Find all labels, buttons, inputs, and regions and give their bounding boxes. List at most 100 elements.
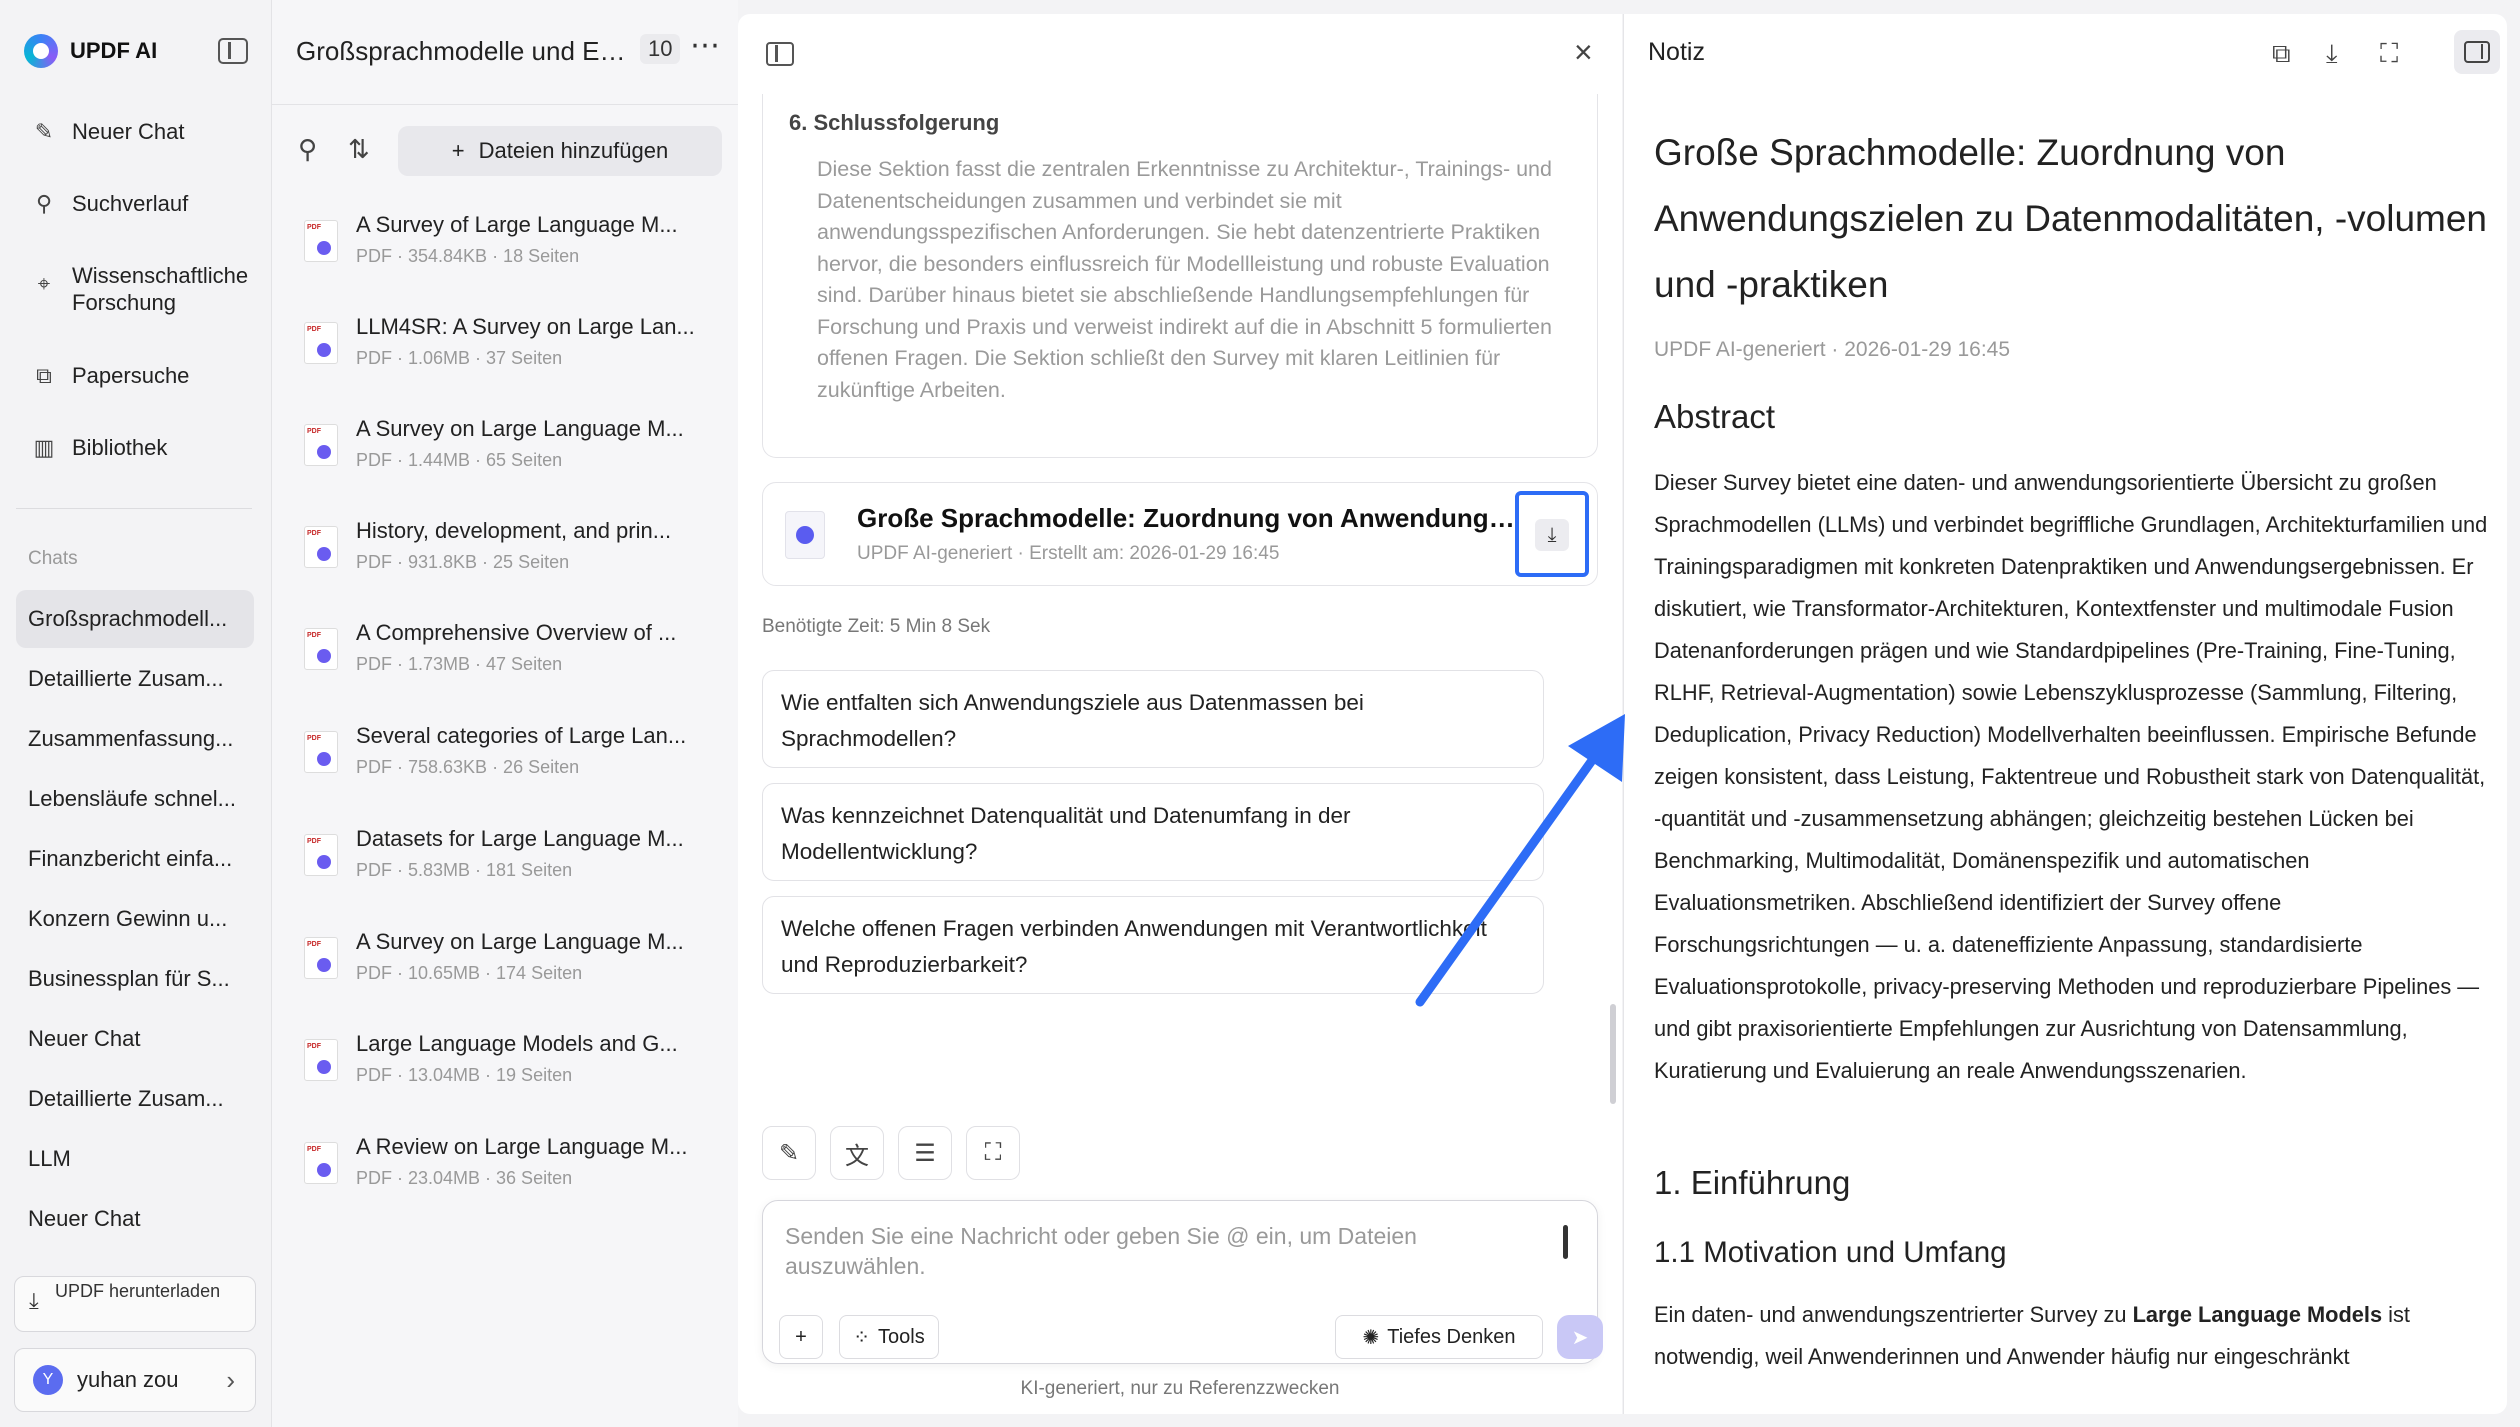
user-profile[interactable]: Y yuhan zou › (14, 1348, 256, 1412)
plus-icon: + (795, 1325, 807, 1348)
panel-toggle-icon[interactable] (766, 42, 794, 66)
panel-layout-icon[interactable] (2454, 30, 2500, 74)
chat-item[interactable]: Detaillierte Zusam... (16, 1070, 254, 1128)
avatar: Y (33, 1365, 63, 1395)
file-title: History, development, and prin... (356, 518, 672, 543)
motivation-heading: 1.1 Motivation und Umfang (1654, 1236, 2007, 1269)
file-item[interactable]: Datasets for Large Language M... PDF · 5… (304, 826, 724, 906)
scrollbar[interactable] (1610, 1004, 1616, 1104)
divider (16, 508, 252, 509)
file-meta: PDF · 931.8KB · 25 Seiten (356, 552, 570, 572)
download-app-label: UPDF herunterladen (55, 1281, 221, 1301)
send-button[interactable]: ➤ (1557, 1315, 1603, 1359)
document-icon (785, 511, 825, 559)
paper-search-icon: ⧉ (36, 363, 52, 388)
file-meta: PDF · 1.06MB · 37 Seiten (356, 348, 563, 368)
suggested-question[interactable]: Welche offenen Fragen verbinden Anwendun… (762, 896, 1544, 994)
copy-icon[interactable]: ⧉ (2272, 38, 2291, 70)
pdf-file-icon (304, 937, 338, 979)
generated-document-card[interactable]: Große Sprachmodelle: Zuordnung von Anwen… (762, 482, 1598, 586)
chat-item[interactable]: Konzern Gewinn u... (16, 890, 254, 948)
brand[interactable]: UPDF AI (24, 34, 157, 68)
pdf-file-icon (304, 526, 338, 568)
expand-icon[interactable]: ⛶ (2380, 38, 2398, 70)
chat-panel: × 6. Schlussfolgerung Diese Sektion fass… (738, 14, 1622, 1414)
notes-panel: Notiz ⧉ ⤓ ⛶ Große Sprachmodelle: Zuordnu… (1623, 14, 2507, 1414)
nav-item-research[interactable]: ⌖ Wissenschaftliche Forschung (30, 262, 262, 316)
nav-item-paper-search[interactable]: ⧉ Papersuche (30, 362, 189, 390)
pdf-file-icon (304, 834, 338, 876)
nav-item-library[interactable]: ▥ Bibliothek (30, 434, 168, 462)
file-title: Several categories of Large Lan... (356, 723, 687, 748)
file-item[interactable]: A Comprehensive Overview of ... PDF · 1.… (304, 620, 724, 700)
nav-item-label: Neuer Chat (72, 119, 185, 144)
scan-icon[interactable]: ⛶ (966, 1126, 1020, 1180)
pdf-file-icon (304, 1039, 338, 1081)
message-input[interactable] (785, 1221, 1525, 1281)
file-item[interactable]: History, development, and prin... PDF · … (304, 518, 724, 598)
translate-icon[interactable]: 文 (830, 1126, 884, 1180)
file-title: A Review on Large Language M... (356, 1134, 688, 1159)
section-body: Diese Sektion fasst die zentralen Erkenn… (817, 157, 1552, 402)
file-meta: PDF · 758.63KB · 26 Seiten (356, 757, 580, 777)
file-item[interactable]: A Review on Large Language M... PDF · 23… (304, 1134, 724, 1214)
document-title: Große Sprachmodelle: Zuordnung von Anwen… (857, 503, 1517, 533)
library-icon: ▥ (33, 435, 55, 460)
composer-scrollbar[interactable] (1561, 1221, 1569, 1265)
file-item[interactable]: A Survey on Large Language M... PDF · 10… (304, 929, 724, 1009)
suggested-question[interactable]: Wie entfalten sich Anwendungsziele aus D… (762, 670, 1544, 768)
nav-item-search-history[interactable]: ⚲ Suchverlauf (30, 190, 188, 218)
deep-think-button[interactable]: ✺ Tiefes Denken (1335, 1315, 1543, 1359)
sort-icon[interactable]: ⇅ (348, 134, 370, 165)
attach-button[interactable]: + (779, 1315, 823, 1359)
more-options-icon[interactable]: ⋯ (690, 28, 721, 63)
file-item[interactable]: Several categories of Large Lan... PDF ·… (304, 723, 724, 803)
chat-item[interactable]: Finanzbericht einfa... (16, 830, 254, 888)
nav-item-new-chat[interactable]: ✎ Neuer Chat (30, 118, 185, 146)
files-count-badge: 10 (640, 34, 681, 64)
file-item[interactable]: A Survey on Large Language M... PDF · 1.… (304, 416, 724, 496)
chat-item[interactable]: Neuer Chat (16, 1010, 254, 1068)
file-title: A Comprehensive Overview of ... (356, 620, 677, 645)
abstract-heading: Abstract (1654, 398, 1776, 435)
motivation-text: Ein daten- und anwendungszentrierter Sur… (1654, 1294, 2494, 1378)
pdf-file-icon (304, 731, 338, 773)
suggested-question[interactable]: Was kennzeichnet Datenqualität und Daten… (762, 783, 1544, 881)
chat-item[interactable]: Neuer Chat (16, 1190, 254, 1248)
chat-item[interactable]: Detaillierte Zusam... (16, 650, 254, 708)
nav-item-label: Papersuche (72, 363, 190, 388)
nav-item-label: Wissenschaftliche Forschung (72, 263, 249, 315)
search-icon: ⚲ (35, 191, 53, 216)
file-item[interactable]: A Survey of Large Language M... PDF · 35… (304, 212, 724, 292)
outline-icon[interactable]: ☰ (898, 1126, 952, 1180)
summarize-icon[interactable]: ✎ (762, 1126, 816, 1180)
chat-item[interactable]: Lebensläufe schnel... (16, 770, 254, 828)
close-icon[interactable]: × (1574, 34, 1593, 71)
motivation-text-bold: Large Language Models (2132, 1302, 2383, 1327)
chat-item[interactable]: Businessplan für S... (16, 950, 254, 1008)
file-meta: PDF · 5.83MB · 181 Seiten (356, 860, 573, 880)
pdf-file-icon (304, 220, 338, 262)
send-icon: ➤ (1571, 1326, 1589, 1349)
chat-item[interactable]: Großsprachmodell... (16, 590, 254, 648)
file-item[interactable]: LLM4SR: A Survey on Large Lan... PDF · 1… (304, 314, 724, 394)
telescope-icon: ⌖ (37, 271, 51, 296)
chat-item[interactable]: LLM (16, 1130, 254, 1188)
sidebar-collapse-icon[interactable] (218, 38, 248, 64)
tools-button[interactable]: ⁘ Tools (839, 1315, 939, 1359)
chat-item[interactable]: Zusammenfassung... (16, 710, 254, 768)
time-needed-text: Benötigte Zeit: 5 Min 8 Sek (762, 616, 991, 637)
file-meta: PDF · 23.04MB · 36 Seiten (356, 1168, 573, 1188)
add-files-button[interactable]: + Dateien hinzufügen (398, 126, 722, 176)
intro-heading: 1. Einführung (1654, 1164, 1851, 1201)
deep-think-label: Tiefes Denken (1387, 1325, 1516, 1348)
search-icon[interactable]: ⚲ (298, 134, 317, 165)
download-app-button[interactable]: ⤓ UPDF herunterladen (14, 1276, 256, 1332)
file-title: LLM4SR: A Survey on Large Lan... (356, 314, 695, 339)
message-composer: + ⁘ Tools ✺ Tiefes Denken ➤ (762, 1200, 1603, 1364)
file-meta: PDF · 1.73MB · 47 Seiten (356, 654, 563, 674)
download-icon[interactable]: ⤓ (1535, 519, 1569, 551)
pdf-file-icon (304, 628, 338, 670)
file-item[interactable]: Large Language Models and G... PDF · 13.… (304, 1031, 724, 1111)
download-icon[interactable]: ⤓ (2326, 38, 2338, 70)
